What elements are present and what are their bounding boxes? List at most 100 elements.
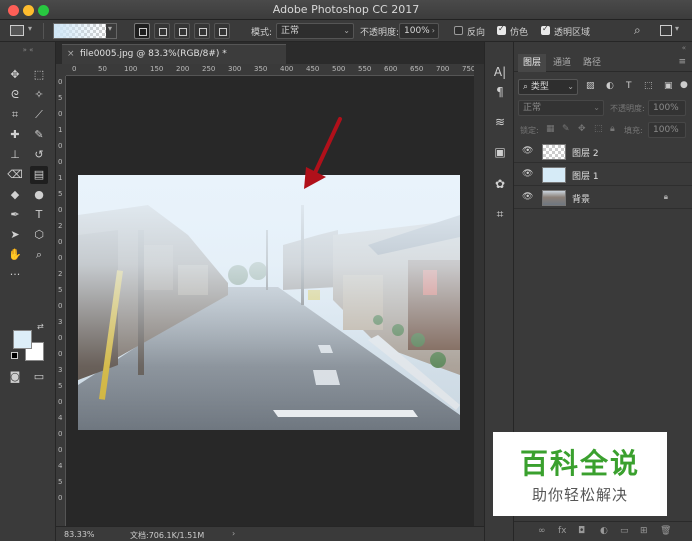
document-image[interactable] bbox=[78, 175, 460, 430]
lock-image-icon[interactable]: ✎ bbox=[562, 124, 570, 134]
layer-row[interactable]: 👁︎ 图层 2 bbox=[514, 141, 692, 163]
crop-tool-icon[interactable]: ⌗ bbox=[6, 106, 24, 124]
hand-tool-icon[interactable]: ✋ bbox=[6, 246, 24, 264]
history-brush-tool-icon[interactable]: ↺ bbox=[30, 146, 48, 164]
gradient-tool-icon[interactable]: ▤ bbox=[30, 166, 48, 184]
add-mask-icon[interactable]: ◘ bbox=[578, 526, 585, 536]
toolbox-collapse-handle[interactable]: » « bbox=[0, 47, 56, 54]
layer-row[interactable]: 👁︎ 图层 1 bbox=[514, 164, 692, 186]
lasso-tool-icon[interactable]: ᘓ bbox=[6, 86, 24, 104]
zoom-level[interactable]: 83.33% bbox=[64, 530, 95, 539]
crop-panel-icon[interactable]: ⌗ bbox=[492, 206, 508, 222]
link-layers-icon[interactable]: ∞ bbox=[538, 526, 546, 536]
tab-layers[interactable]: 图层 bbox=[518, 54, 546, 72]
path-selection-tool-icon[interactable]: ➤ bbox=[6, 226, 24, 244]
eye-icon[interactable]: 👁︎ bbox=[522, 146, 533, 156]
adjustment-filter-icon[interactable]: ◐ bbox=[606, 81, 614, 91]
lock-position-icon[interactable]: ✥ bbox=[578, 124, 586, 134]
ruler-tick-label: 0 bbox=[58, 142, 63, 150]
marquee-tool-icon[interactable]: ⬚ bbox=[30, 66, 48, 84]
smart-object-filter-icon[interactable]: ▣ bbox=[664, 81, 673, 91]
blur-tool-icon[interactable]: ◆ bbox=[6, 186, 24, 204]
chevron-down-icon[interactable]: ▾ bbox=[675, 24, 679, 33]
properties-panel-icon[interactable]: ▣ bbox=[492, 144, 508, 160]
type-filter-icon[interactable]: T bbox=[626, 81, 632, 91]
mode-select[interactable]: 正常 ⌄ bbox=[276, 23, 354, 39]
more-tools-icon[interactable]: ··· bbox=[6, 266, 24, 284]
filter-toggle-icon[interactable]: ● bbox=[680, 80, 688, 90]
ruler-tick-label: 600 bbox=[384, 65, 398, 73]
layers-panel-icon[interactable]: ≋ bbox=[492, 114, 508, 130]
tab-paths[interactable]: 路径 bbox=[578, 54, 606, 72]
horizontal-ruler[interactable]: 0 50 100 150 200 250 300 350 400 450 500 550 600 650 7… bbox=[66, 64, 474, 76]
ruler-tick-label: 4 bbox=[58, 414, 63, 422]
panel-collapse-handle[interactable]: « bbox=[514, 44, 692, 52]
adjustment-layer-icon[interactable]: ◐ bbox=[600, 526, 608, 536]
lock-all-icon[interactable]: 🔒︎ bbox=[610, 124, 615, 134]
chevron-right-icon[interactable]: › bbox=[232, 529, 235, 538]
magic-wand-tool-icon[interactable]: ✧ bbox=[30, 86, 48, 104]
pen-tool-icon[interactable]: ✒ bbox=[6, 206, 24, 224]
screen-mode-icon[interactable]: ▭ bbox=[30, 368, 48, 386]
character-panel-icon[interactable]: A| bbox=[492, 64, 508, 80]
quick-mask-icon[interactable]: ◙ bbox=[6, 368, 24, 386]
document-tab[interactable]: × file0005.jpg @ 83.3%(RGB/8#) * bbox=[62, 44, 286, 64]
paragraph-panel-icon[interactable]: ¶ bbox=[492, 84, 508, 100]
new-layer-icon[interactable]: ⊞ bbox=[640, 526, 648, 536]
default-colors-icon[interactable] bbox=[11, 352, 18, 359]
layer-style-icon[interactable]: fx bbox=[558, 526, 567, 536]
ruler-tick-label: 5 bbox=[58, 478, 63, 486]
linear-gradient-button[interactable] bbox=[134, 23, 150, 39]
color-swatches-icon[interactable]: ✿ bbox=[492, 176, 508, 192]
vertical-ruler[interactable]: 0 5 0 1 0 0 1 5 0 2 0 0 2 5 0 3 0 0 3 5 0 4 0 0 4 5 0 bbox=[56, 76, 66, 526]
ruler-tick-label: 0 bbox=[58, 334, 63, 342]
layer-row[interactable]: 👁︎ 背景 🔒︎ bbox=[514, 187, 692, 209]
ruler-corner[interactable] bbox=[56, 64, 66, 76]
eye-icon[interactable]: 👁︎ bbox=[522, 192, 533, 202]
street-photo bbox=[78, 175, 460, 430]
layer-opacity-field[interactable]: 100% bbox=[648, 100, 686, 116]
lock-transparent-icon[interactable]: ▦ bbox=[546, 124, 555, 134]
pixel-filter-icon[interactable]: ▨ bbox=[586, 81, 595, 91]
eraser-tool-icon[interactable]: ⌫ bbox=[6, 166, 24, 184]
layer-name: 背景 bbox=[572, 195, 591, 205]
chevron-down-icon: ⌄ bbox=[593, 103, 600, 112]
opacity-field[interactable]: 100% › bbox=[399, 23, 439, 39]
new-group-icon[interactable]: ▭ bbox=[620, 526, 629, 536]
transparency-checkbox[interactable] bbox=[541, 24, 550, 35]
trash-icon[interactable]: 🗑︎ bbox=[660, 526, 671, 536]
gradient-picker[interactable]: ▾ bbox=[53, 23, 117, 39]
brush-tool-icon[interactable]: ✎ bbox=[30, 126, 48, 144]
panel-menu-icon[interactable]: ≡ bbox=[678, 57, 686, 67]
type-tool-icon[interactable]: T bbox=[30, 206, 48, 224]
swap-colors-icon[interactable]: ⇄ bbox=[37, 322, 44, 331]
fill-field[interactable]: 100% bbox=[648, 122, 686, 138]
reflected-gradient-button[interactable] bbox=[194, 23, 210, 39]
tab-channels[interactable]: 通道 bbox=[548, 54, 576, 72]
workspace-icon[interactable] bbox=[660, 25, 672, 36]
radial-gradient-button[interactable] bbox=[154, 23, 170, 39]
layer-filter-select[interactable]: ⌕ 类型 ⌄ bbox=[518, 79, 578, 95]
foreground-color-swatch[interactable] bbox=[13, 330, 32, 349]
lock-artboard-icon[interactable]: ⬚ bbox=[594, 124, 603, 134]
lock-icon[interactable]: 🔒︎ bbox=[664, 192, 668, 202]
layers-panel-footer: ∞ fx ◘ ◐ ▭ ⊞ 🗑︎ bbox=[514, 521, 692, 541]
dither-checkbox[interactable] bbox=[497, 24, 506, 35]
search-icon[interactable]: ⌕ bbox=[634, 23, 641, 38]
blend-mode-select[interactable]: 正常 ⌄ bbox=[518, 100, 604, 116]
shape-filter-icon[interactable]: ⬚ bbox=[644, 81, 653, 91]
tool-preset-picker[interactable]: ▾ bbox=[8, 23, 38, 39]
eyedropper-tool-icon[interactable]: ⟋ bbox=[30, 106, 48, 124]
move-tool-icon[interactable]: ✥ bbox=[6, 66, 24, 84]
reverse-checkbox[interactable] bbox=[454, 26, 463, 35]
zoom-tool-icon[interactable]: ⌕ bbox=[30, 246, 48, 264]
clone-stamp-tool-icon[interactable]: ⊥ bbox=[6, 146, 24, 164]
healing-brush-tool-icon[interactable]: ✚ bbox=[6, 126, 24, 144]
eye-icon[interactable]: 👁︎ bbox=[522, 169, 533, 179]
vertical-scrollbar[interactable] bbox=[474, 64, 484, 526]
dodge-tool-icon[interactable]: ● bbox=[30, 186, 48, 204]
shape-tool-icon[interactable]: ⬡ bbox=[30, 226, 48, 244]
angle-gradient-button[interactable] bbox=[174, 23, 190, 39]
close-icon[interactable]: × bbox=[67, 45, 75, 63]
diamond-gradient-button[interactable] bbox=[214, 23, 230, 39]
